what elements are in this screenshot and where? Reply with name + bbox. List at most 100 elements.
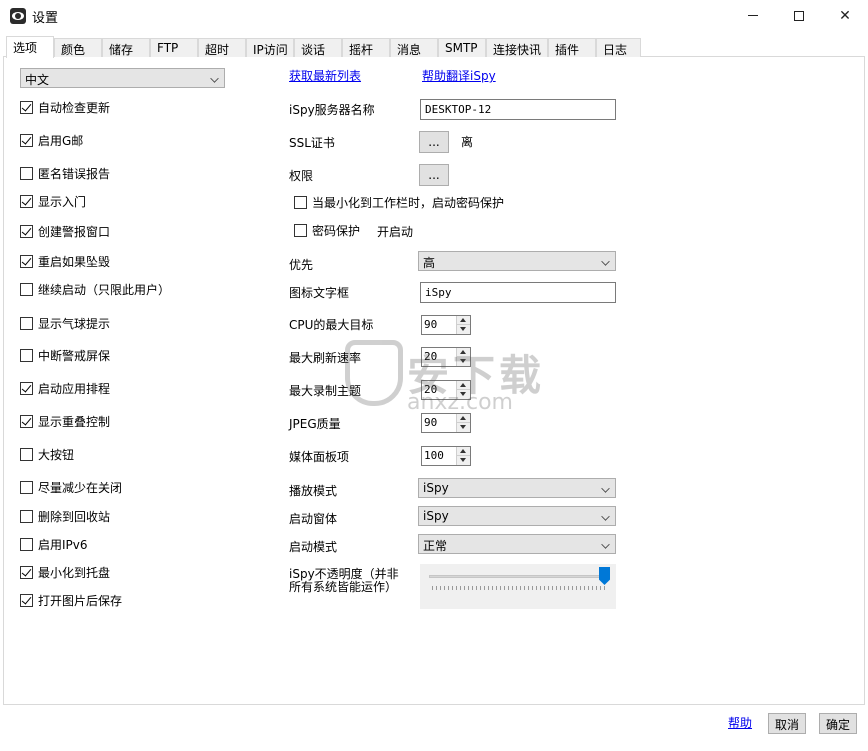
checkbox-checked-icon <box>20 224 33 238</box>
option-label: 显示气球提示 <box>38 316 111 331</box>
get-latest-list-link[interactable]: 获取最新列表 <box>289 67 361 84</box>
spin-up-icon[interactable] <box>457 316 470 325</box>
startup-window-select[interactable]: iSpy <box>418 506 616 526</box>
password-minimize-checkbox[interactable]: 当最小化到工作栏时，启动密码保护 <box>294 194 504 210</box>
startup-mode-select[interactable]: 正常 <box>418 534 616 554</box>
chevron-down-icon <box>601 484 610 493</box>
cpu-target-stepper[interactable]: 90 <box>421 315 471 335</box>
server-name-input[interactable]: DESKTOP-12 <box>420 99 616 120</box>
spin-down-icon[interactable] <box>457 357 470 366</box>
option-checkbox[interactable]: 最小化到托盘 <box>20 564 110 580</box>
option-checkbox[interactable]: 显示重叠控制 <box>20 413 110 429</box>
option-checkbox[interactable]: 启用G邮 <box>20 132 83 148</box>
option-label: 最小化到托盘 <box>38 565 111 580</box>
option-label: 重启如果坠毁 <box>38 254 111 269</box>
ssl-label: SSL证书 <box>289 136 335 150</box>
spin-down-icon[interactable] <box>457 456 470 465</box>
playback-mode-label: 播放模式 <box>289 484 338 498</box>
tab-messages[interactable]: 消息 <box>390 38 438 57</box>
refresh-rate-stepper[interactable]: 20 <box>421 347 471 367</box>
checkbox-checked-icon <box>20 133 33 147</box>
record-max-value: 20 <box>424 383 438 396</box>
tab-logs[interactable]: 日志 <box>596 38 641 57</box>
option-label: 尽量减少在关闭 <box>38 480 123 495</box>
icon-text-label: 图标文字框 <box>289 286 350 300</box>
tab-connection-alerts[interactable]: 连接快讯 <box>486 38 548 57</box>
record-max-label: 最大录制主题 <box>289 384 362 398</box>
close-button[interactable]: ✕ <box>822 0 868 31</box>
help-link[interactable]: 帮助 <box>728 714 752 731</box>
icon-text-input[interactable]: iSpy <box>420 282 616 303</box>
spin-down-icon[interactable] <box>457 325 470 334</box>
media-panel-value: 100 <box>424 449 444 462</box>
tab-joystick[interactable]: 摇杆 <box>342 38 390 57</box>
playback-mode-select[interactable]: iSpy <box>418 478 616 498</box>
option-label: 中断警戒屏保 <box>38 348 111 363</box>
startup-window-value: iSpy <box>423 509 449 523</box>
checkbox-checked-icon <box>20 254 33 268</box>
tab-colors[interactable]: 颜色 <box>54 38 102 57</box>
option-checkbox[interactable]: 创建警报窗口 <box>20 223 110 239</box>
tab-smtp[interactable]: SMTP <box>438 38 486 57</box>
password-protect-checkbox[interactable]: 密码保护 <box>294 222 360 238</box>
option-checkbox[interactable]: 大按钮 <box>20 446 74 462</box>
option-label: 继续启动（只限此用户） <box>38 282 171 297</box>
option-checkbox[interactable]: 继续启动（只限此用户） <box>20 281 170 297</box>
minimize-button[interactable] <box>730 0 776 31</box>
cpu-target-label: CPU的最大目标 <box>289 318 374 332</box>
maximize-button[interactable] <box>776 0 822 31</box>
option-checkbox[interactable]: 启用IPv6 <box>20 536 88 552</box>
spin-up-icon[interactable] <box>457 348 470 357</box>
ssl-browse-button[interactable]: ... <box>419 131 449 153</box>
record-max-stepper[interactable]: 20 <box>421 380 471 400</box>
option-label: 显示重叠控制 <box>38 414 111 429</box>
cancel-button[interactable]: 取消 <box>768 713 806 734</box>
option-checkbox[interactable]: 显示气球提示 <box>20 315 110 331</box>
option-checkbox[interactable]: 删除到回收站 <box>20 508 110 524</box>
option-checkbox[interactable]: 打开图片后保存 <box>20 592 122 608</box>
spin-down-icon[interactable] <box>457 390 470 399</box>
refresh-rate-value: 20 <box>424 350 438 363</box>
priority-select[interactable]: 高 <box>418 251 616 271</box>
help-translate-link[interactable]: 帮助翻译iSpy <box>422 67 496 84</box>
permissions-label: 权限 <box>289 169 314 183</box>
opacity-slider[interactable] <box>420 564 616 609</box>
option-label: 打开图片后保存 <box>38 593 123 608</box>
media-panel-label: 媒体面板项 <box>289 450 350 464</box>
tab-ip-access[interactable]: IP访问 <box>246 38 294 57</box>
option-checkbox[interactable]: 尽量减少在关闭 <box>20 479 122 495</box>
ispy-eye-icon <box>10 8 26 24</box>
spin-down-icon[interactable] <box>457 423 470 432</box>
password-minimize-label: 当最小化到工作栏时，启动密码保护 <box>312 195 505 210</box>
option-checkbox[interactable]: 匿名错误报告 <box>20 165 110 181</box>
media-panel-stepper[interactable]: 100 <box>421 446 471 466</box>
checkbox-checked-icon <box>20 593 33 607</box>
slider-thumb[interactable] <box>599 567 610 585</box>
option-label: 创建警报窗口 <box>38 224 111 239</box>
option-checkbox[interactable]: 自动检查更新 <box>20 99 110 115</box>
option-label: 删除到回收站 <box>38 509 111 524</box>
option-label: 自动检查更新 <box>38 100 111 115</box>
option-checkbox[interactable]: 重启如果坠毁 <box>20 253 110 269</box>
chevron-down-icon <box>601 540 610 549</box>
tab-options[interactable]: 选项 <box>6 36 54 58</box>
option-checkbox[interactable]: 启动应用排程 <box>20 380 110 396</box>
chevron-down-icon <box>601 512 610 521</box>
tab-plugins[interactable]: 插件 <box>548 38 596 57</box>
spin-up-icon[interactable] <box>457 414 470 423</box>
tab-ftp[interactable]: FTP <box>150 38 198 57</box>
ok-button[interactable]: 确定 <box>819 713 857 734</box>
close-icon: ✕ <box>839 7 851 24</box>
option-checkbox[interactable]: 中断警戒屏保 <box>20 347 110 363</box>
language-select[interactable]: 中文 <box>20 68 225 88</box>
spin-up-icon[interactable] <box>457 447 470 456</box>
minimize-icon <box>748 15 758 16</box>
jpeg-quality-stepper[interactable]: 90 <box>421 413 471 433</box>
slider-ticks <box>432 586 606 590</box>
tab-talk[interactable]: 谈话 <box>294 38 342 57</box>
tab-storage[interactable]: 储存 <box>102 38 150 57</box>
spin-up-icon[interactable] <box>457 381 470 390</box>
tab-timeout[interactable]: 超时 <box>198 38 246 57</box>
permissions-button[interactable]: ... <box>419 164 449 186</box>
option-checkbox[interactable]: 显示入门 <box>20 193 86 209</box>
